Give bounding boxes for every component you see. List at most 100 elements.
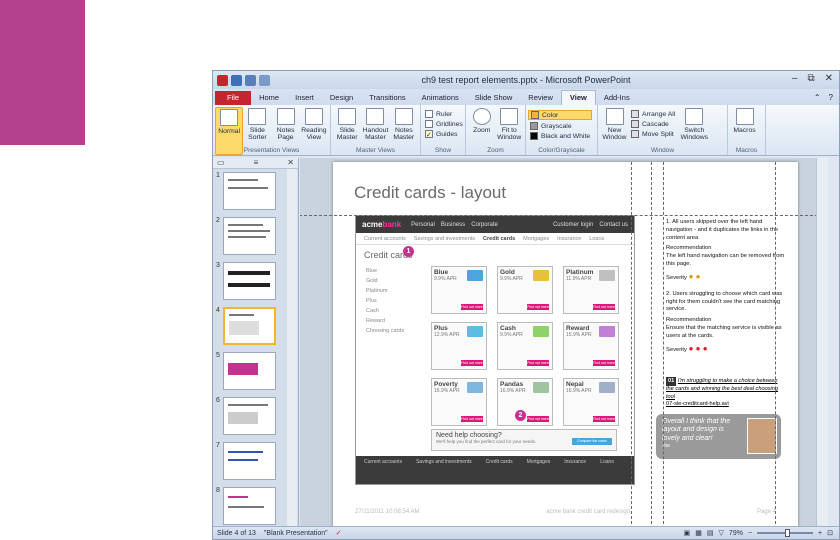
arrange-all-button[interactable]: Arrange All: [629, 110, 677, 118]
guide-vertical[interactable]: [775, 162, 776, 529]
magenta-block: [0, 0, 85, 145]
credit-card-tile[interactable]: Pandas 16.9% APR Find out more: [497, 378, 553, 426]
group-label: Zoom: [487, 147, 504, 154]
thumbnail-8[interactable]: 8: [216, 487, 276, 525]
site-side-nav: Blue Gold Platinum Plus Cash Reward Choosing c…: [366, 268, 405, 334]
ruler-checkbox[interactable]: Ruler: [423, 110, 465, 118]
guide-vertical[interactable]: [631, 162, 632, 529]
slideshow-icon[interactable]: ▽: [719, 529, 724, 537]
credit-card-tile[interactable]: Gold 9.9% APR Find out more: [497, 266, 553, 314]
cascade-button[interactable]: Cascade: [629, 120, 677, 128]
close-pane-icon[interactable]: ✕: [287, 158, 294, 168]
reading-view-icon[interactable]: ▤: [707, 529, 714, 537]
findings-notes[interactable]: 1. All users skipped over the left hand …: [666, 219, 786, 357]
thumbnail-3[interactable]: 3: [216, 262, 276, 300]
quote-bubble: Overall I think that the layout and desi…: [656, 414, 781, 459]
thumbnail-1[interactable]: 1: [216, 172, 276, 210]
close-icon[interactable]: ✕: [825, 73, 833, 84]
normal-view-icon[interactable]: ▣: [684, 529, 691, 537]
outline-tab-icon[interactable]: ≡: [254, 158, 259, 168]
move-split-button[interactable]: Move Split: [629, 130, 677, 138]
thumbnail-5[interactable]: 5: [216, 352, 276, 390]
group-label: Master Views: [356, 147, 395, 154]
zoom-out-icon[interactable]: −: [748, 530, 752, 537]
fit-slide-icon[interactable]: ⊡: [827, 529, 833, 537]
card-image: [467, 270, 483, 281]
card-grid: Blue 9.9% APR Find out more Gold 9.9% APR Fin…: [431, 266, 619, 426]
credit-card-tile[interactable]: Blue 9.9% APR Find out more: [431, 266, 487, 314]
card-image: [533, 270, 549, 281]
save-icon[interactable]: [231, 74, 242, 86]
credit-card-tile[interactable]: Poverty 16.9% APR Find out more: [431, 378, 487, 426]
slide-sorter-icon[interactable]: ▦: [695, 529, 702, 537]
thumbnail-scrollbar[interactable]: [287, 169, 297, 529]
zoom-level[interactable]: 79%: [729, 530, 743, 537]
spelling-icon[interactable]: ✓: [336, 529, 342, 537]
thumbnail-7[interactable]: 7: [216, 442, 276, 480]
credit-card-tile[interactable]: Platinum 11.9% APR Find out more: [563, 266, 619, 314]
tab-home[interactable]: Home: [251, 91, 287, 105]
site-nav-item: Business: [440, 221, 466, 228]
powerpoint-icon[interactable]: [217, 74, 228, 86]
tab-design[interactable]: Design: [322, 91, 361, 105]
slide-counter: Slide 4 of 13: [217, 529, 256, 537]
collapse-ribbon-icon[interactable]: ⌃: [814, 93, 821, 102]
powerpoint-window: ch9 test report elements.pptx - Microsof…: [212, 70, 840, 540]
site-nav-item: Contact us: [599, 221, 628, 228]
tab-view[interactable]: View: [560, 90, 596, 105]
thumbnail-2[interactable]: 2: [216, 217, 276, 255]
site-subnav: Current accounts Savings and investments C…: [356, 233, 634, 245]
tab-add-ins[interactable]: Add-Ins: [596, 91, 638, 105]
website-screenshot[interactable]: acmebank Personal Business Corporate Cus…: [355, 215, 635, 485]
guide-horizontal[interactable]: [300, 215, 828, 216]
ribbon-tabs: File Home Insert Design Transitions Anim…: [213, 89, 839, 105]
credit-card-tile[interactable]: Nepal 16.9% APR Find out more: [563, 378, 619, 426]
restore-icon[interactable]: ⧉: [807, 73, 814, 84]
slides-tab-icon[interactable]: ▭: [217, 158, 225, 168]
tab-animations[interactable]: Animations: [414, 91, 467, 105]
credit-card-tile[interactable]: Reward 15.9% APR Find out more: [563, 322, 619, 370]
video-clip-link[interactable]: 01 I'm struggling to make a choice betwe…: [666, 377, 786, 408]
group-presentation-views: Normal Slide Sorter Notes Page Reading V…: [213, 105, 331, 155]
grayscale-button[interactable]: Grayscale: [528, 122, 592, 130]
window-title: ch9 test report elements.pptx - Microsof…: [421, 75, 631, 85]
tab-file[interactable]: File: [215, 91, 252, 105]
gridlines-checkbox[interactable]: Gridlines: [423, 120, 465, 128]
slide-canvas: Credit cards - layout acmebank Personal …: [300, 158, 828, 529]
black-and-white-button[interactable]: Black and White: [528, 132, 592, 140]
thumbnail-4[interactable]: 4: [216, 307, 276, 345]
group-label: Presentation Views: [243, 147, 300, 154]
slide-title[interactable]: Credit cards - layout: [354, 183, 506, 203]
guides-checkbox[interactable]: ✓ Guides: [423, 130, 465, 139]
tab-slide-show[interactable]: Slide Show: [467, 91, 521, 105]
help-icon[interactable]: ?: [829, 93, 833, 102]
credit-card-tile[interactable]: Cash 9.9% APR Find out more: [497, 322, 553, 370]
tab-review[interactable]: Review: [520, 91, 561, 105]
group-macros: Macros Macros: [728, 105, 766, 155]
site-footer: Current accounts Savings and investments C…: [356, 456, 634, 484]
tab-transitions[interactable]: Transitions: [361, 91, 413, 105]
issue-marker-1: 1: [403, 246, 414, 257]
slide[interactable]: Credit cards - layout acmebank Personal …: [300, 162, 828, 529]
group-zoom: Zoom Fit to Window Zoom: [466, 105, 526, 155]
slide-scrollbar[interactable]: [816, 158, 828, 529]
card-image: [533, 326, 549, 337]
card-image: [599, 270, 615, 281]
card-image: [599, 326, 615, 337]
minimize-icon[interactable]: –: [792, 73, 798, 84]
zoom-in-icon[interactable]: +: [818, 530, 822, 537]
quick-access-toolbar: [213, 74, 270, 86]
guide-vertical[interactable]: [663, 162, 664, 529]
credit-card-tile[interactable]: Plus 12.9% APR Find out more: [431, 322, 487, 370]
redo-icon[interactable]: [259, 74, 270, 86]
help-choosing-box: Need help choosing? We'll help you find …: [431, 429, 617, 451]
guide-vertical[interactable]: [651, 162, 652, 529]
color-button[interactable]: Color: [528, 110, 593, 120]
card-image: [467, 326, 483, 337]
thumbnail-6[interactable]: 6: [216, 397, 276, 435]
zoom-slider[interactable]: [757, 529, 814, 537]
undo-icon[interactable]: [245, 74, 256, 86]
site-header: acmebank Personal Business Corporate Cus…: [356, 216, 634, 233]
tab-insert[interactable]: Insert: [287, 91, 322, 105]
ribbon: Normal Slide Sorter Notes Page Reading V…: [213, 105, 839, 156]
